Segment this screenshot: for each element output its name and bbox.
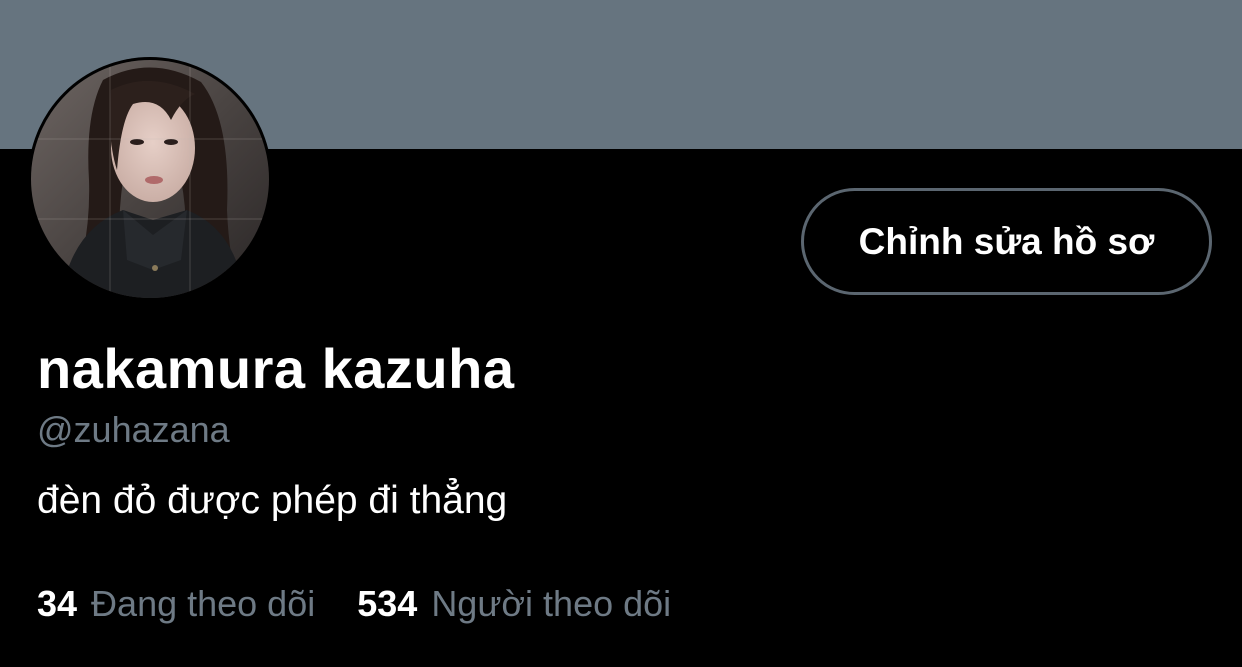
followers-link[interactable]: 534 Người theo dõi — [357, 583, 671, 625]
profile-photo — [31, 60, 269, 298]
following-count: 34 — [37, 583, 78, 624]
followers-label: Người theo dõi — [431, 583, 672, 624]
avatar[interactable] — [28, 57, 272, 301]
profile-stats: 34 Đang theo dõi 534 Người theo dõi — [37, 583, 671, 625]
profile-handle: @zuhazana — [37, 409, 230, 450]
following-link[interactable]: 34 Đang theo dõi — [37, 583, 315, 625]
profile-page: Chỉnh sửa hồ sơ nakamura kazuha @zuhazan… — [0, 0, 1242, 667]
display-name: nakamura kazuha — [37, 337, 515, 400]
edit-profile-button[interactable]: Chỉnh sửa hồ sơ — [801, 188, 1212, 295]
followers-count: 534 — [357, 583, 418, 624]
following-label: Đang theo dõi — [91, 583, 316, 624]
profile-bio: đèn đỏ được phép đi thẳng — [37, 479, 508, 522]
